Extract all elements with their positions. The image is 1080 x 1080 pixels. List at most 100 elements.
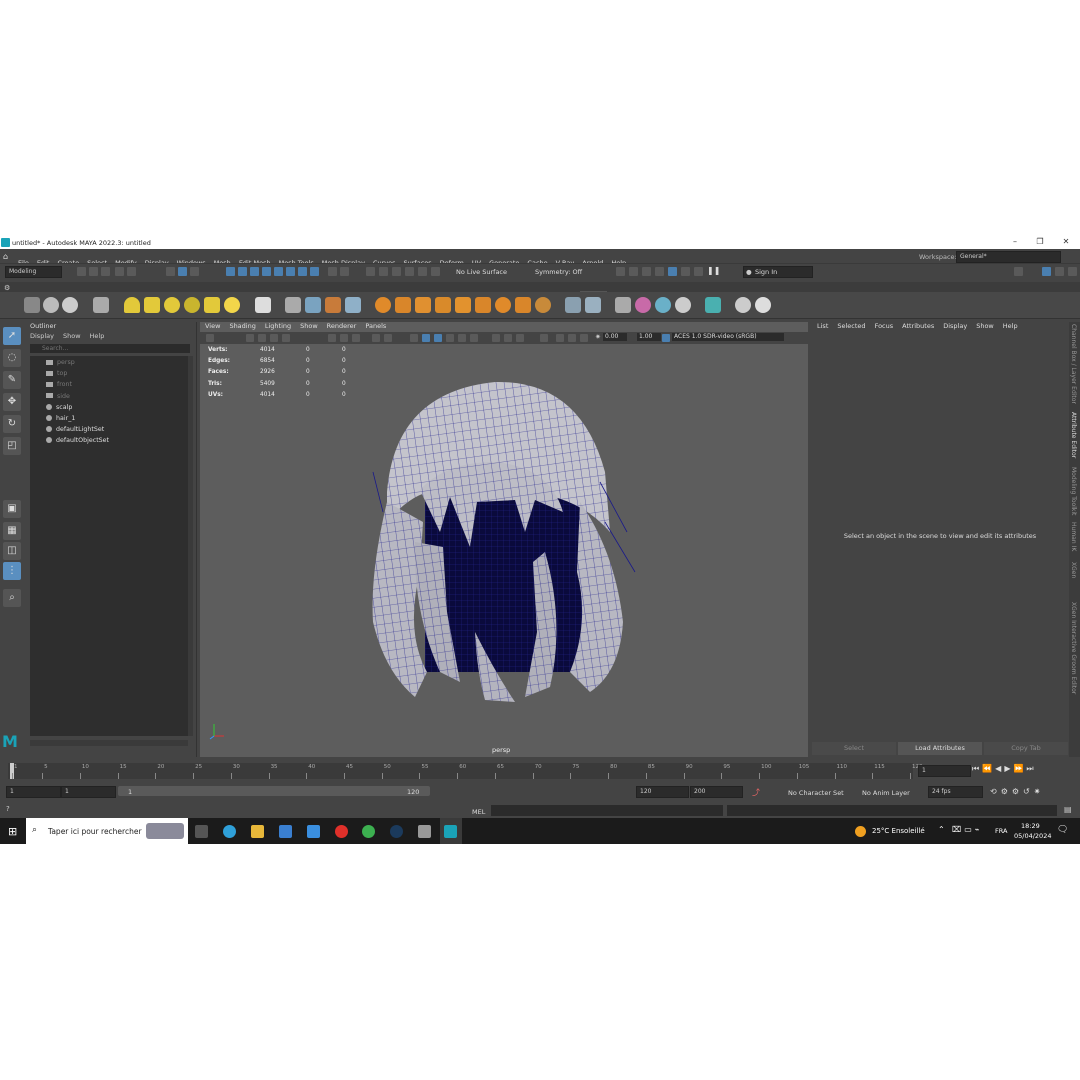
range-slider-bar[interactable] <box>118 786 430 796</box>
pick-mask-deform-icon[interactable] <box>298 267 307 276</box>
mesh-light-icon[interactable] <box>184 297 200 313</box>
outliner-persp-layout-icon[interactable]: ⋮ <box>3 562 21 580</box>
pick-mask-uv-icon[interactable] <box>262 267 271 276</box>
live-surface-label[interactable]: No Live Surface <box>456 268 507 276</box>
vray-scene-icon[interactable] <box>325 297 341 313</box>
outliner-item[interactable]: defaultLightSet <box>46 426 104 433</box>
outliner-item[interactable]: top <box>46 370 67 377</box>
scale-tool-icon[interactable]: ◰ <box>3 437 21 455</box>
vray-displacement-icon[interactable] <box>475 297 491 313</box>
character-set-label[interactable]: No Character Set <box>788 789 844 797</box>
outliner-hscroll[interactable] <box>30 740 188 746</box>
vray-multi-icon[interactable] <box>655 297 671 313</box>
rect-light-icon[interactable] <box>144 297 160 313</box>
dome-light-icon[interactable] <box>124 297 140 313</box>
pick-mask-face-icon[interactable] <box>250 267 259 276</box>
attr-menu-focus[interactable]: Focus <box>875 322 894 330</box>
highlight-selection-icon[interactable] <box>340 267 349 276</box>
paint-select-tool-icon[interactable]: ✎ <box>3 371 21 389</box>
pick-mask-vertex-icon[interactable] <box>226 267 235 276</box>
clock-time[interactable]: 18:29 <box>1021 822 1040 830</box>
sphere-light-icon[interactable] <box>164 297 180 313</box>
attr-menu-selected[interactable]: Selected <box>837 322 865 330</box>
snap-curve-icon[interactable] <box>379 267 388 276</box>
language-label[interactable]: FRA <box>995 827 1007 835</box>
end-frame-field[interactable]: 200 <box>690 786 743 798</box>
textured-icon[interactable] <box>446 334 454 342</box>
sun-light-icon[interactable] <box>224 297 240 313</box>
attr-menu-attributes[interactable]: Attributes <box>902 322 934 330</box>
right-tab-channel-box-layer-editor[interactable]: Channel Box / Layer Editor <box>1070 324 1077 404</box>
edge-icon[interactable] <box>223 825 236 838</box>
taskbar-search-input[interactable]: Taper ici pour rechercher <box>48 827 142 836</box>
script-editor-icon[interactable]: ▤ <box>1064 805 1072 814</box>
vray-ipr-icon[interactable] <box>694 267 703 276</box>
file-explorer-icon[interactable] <box>251 825 264 838</box>
xray-joints-icon[interactable] <box>568 334 576 342</box>
select-button[interactable]: Select <box>812 742 896 755</box>
motion-blur-icon[interactable] <box>504 334 512 342</box>
vray-color-icon[interactable] <box>635 297 651 313</box>
sign-in-box[interactable] <box>743 266 813 278</box>
vray-palette-icon[interactable] <box>675 297 691 313</box>
wireframe-icon[interactable] <box>410 334 418 342</box>
vray-cosmos-icon[interactable] <box>705 297 721 313</box>
viewport-menu-renderer[interactable]: Renderer <box>327 322 357 330</box>
weather-label[interactable]: 25°C Ensoleillé <box>872 827 925 835</box>
mel-input[interactable] <box>491 805 723 816</box>
right-tab-attribute-editor[interactable]: Attribute Editor <box>1070 412 1077 458</box>
pick-mask-surface-icon[interactable] <box>286 267 295 276</box>
redo-icon[interactable] <box>127 267 136 276</box>
attribute-editor-toggle-icon[interactable] <box>1042 267 1051 276</box>
make-live-icon[interactable] <box>431 267 440 276</box>
rotate-tool-icon[interactable]: ↻ <box>3 415 21 433</box>
viewport-menu-panels[interactable]: Panels <box>365 322 386 330</box>
render-view-icon[interactable] <box>668 267 677 276</box>
vray-ipr-shelf-icon[interactable] <box>43 297 59 313</box>
camera-attr-icon[interactable] <box>206 334 214 342</box>
exposure-field[interactable]: 0.00 <box>603 333 627 341</box>
pick-mask-dynamics-icon[interactable] <box>310 267 319 276</box>
attr-menu-display[interactable]: Display <box>943 322 967 330</box>
help-icon[interactable]: ? <box>6 805 10 813</box>
vray-sphere-fade-icon[interactable] <box>495 297 511 313</box>
channel-box-toggle-icon[interactable] <box>1068 267 1077 276</box>
vray-render-elements-icon[interactable] <box>585 297 601 313</box>
restore-button[interactable]: ❐ <box>1033 237 1047 248</box>
pick-mask-edge-icon[interactable] <box>238 267 247 276</box>
resolution-gate-icon[interactable] <box>352 334 360 342</box>
snap-view-plane-icon[interactable] <box>418 267 427 276</box>
outliner-vscroll[interactable] <box>188 356 193 736</box>
minimize-button[interactable]: – <box>1008 237 1022 248</box>
select-object-icon[interactable] <box>178 267 187 276</box>
close-button[interactable]: ✕ <box>1059 237 1073 248</box>
image-plane-icon[interactable] <box>258 334 266 342</box>
viewport-menu-view[interactable]: View <box>205 322 220 330</box>
fps-dropdown[interactable]: 24 fps <box>928 786 983 798</box>
playback-end-field[interactable]: 120 <box>636 786 689 798</box>
outliner-menu-help[interactable]: Help <box>90 332 105 340</box>
mode-dropdown[interactable]: Modeling <box>5 266 62 278</box>
attr-menu-list[interactable]: List <box>817 322 828 330</box>
lights-icon[interactable] <box>458 334 466 342</box>
maya-taskbar-icon[interactable] <box>444 825 457 838</box>
time-slider[interactable]: 1 5 10 15 20 25 30 35 40 45 50 55 60 65 70 75 80 85 90 95 10… <box>0 761 1080 781</box>
vray-blend-mtl-icon[interactable] <box>395 297 411 313</box>
smooth-shade-icon[interactable] <box>422 334 430 342</box>
clock-date[interactable]: 05/04/2024 <box>1014 832 1051 840</box>
start-frame-field[interactable]: 1 <box>6 786 61 798</box>
workspace-dropdown[interactable]: General* <box>956 251 1061 263</box>
symmetry-label[interactable]: Symmetry: Off <box>535 268 582 276</box>
render-settings-icon[interactable] <box>642 267 651 276</box>
outliner-menu-show[interactable]: Show <box>63 332 81 340</box>
modeling-toolkit-icon[interactable] <box>1014 267 1023 276</box>
safe-action-icon[interactable] <box>384 334 392 342</box>
four-view-icon[interactable]: ▦ <box>3 522 21 540</box>
chrome-icon[interactable] <box>362 825 375 838</box>
outliner-item[interactable]: persp <box>46 359 75 366</box>
move-tool-icon[interactable]: ✥ <box>3 393 21 411</box>
search-icon[interactable]: ⌕ <box>3 589 21 607</box>
viewport-menu-show[interactable]: Show <box>300 322 318 330</box>
attr-menu-help[interactable]: Help <box>1003 322 1018 330</box>
tool-settings-toggle-icon[interactable] <box>1055 267 1064 276</box>
